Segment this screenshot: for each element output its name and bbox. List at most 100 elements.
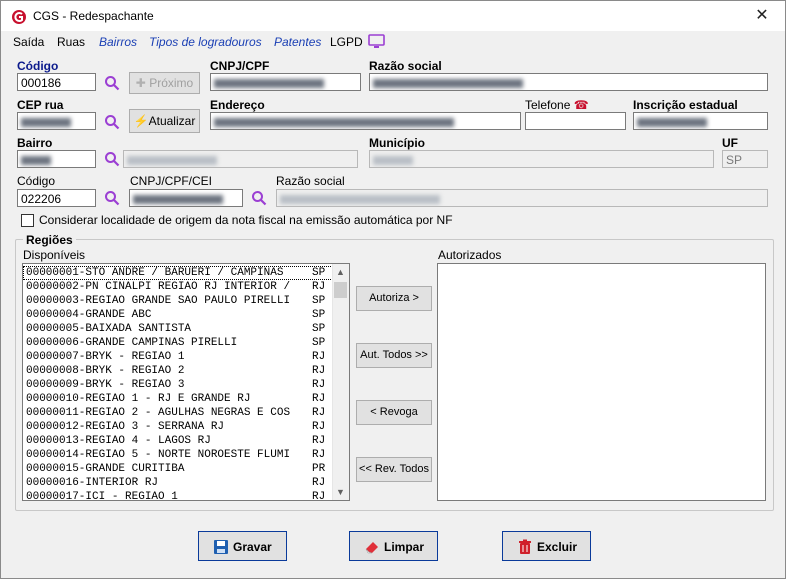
bairro-label: Bairro (17, 136, 53, 150)
inscricao-estadual-input[interactable] (633, 112, 768, 130)
codigo-label: Código (17, 59, 59, 73)
region-name: 00000004-GRANDE ABC (26, 309, 152, 321)
regioes-label: Regiões (23, 233, 76, 247)
autorizados-label: Autorizados (438, 248, 502, 262)
search-icon[interactable] (104, 190, 120, 206)
atualizar-label: Atualizar (148, 114, 196, 128)
razao-social-input[interactable] (369, 73, 768, 91)
region-uf: PR (312, 463, 326, 475)
search-icon[interactable] (251, 190, 267, 206)
razao-social2-label: Razão social (276, 174, 345, 188)
menu-patentes[interactable]: Patentes (274, 35, 321, 49)
list-item[interactable]: 00000003-REGIAO GRANDE SAO PAULO PIRELLI… (23, 294, 349, 308)
region-name: 00000013-REGIAO 4 - LAGOS RJ (26, 435, 211, 447)
limpar-label: Limpar (384, 540, 425, 554)
region-uf: RJ (312, 393, 326, 405)
region-uf: RJ (312, 449, 326, 461)
list-item[interactable]: 00000001-STO ANDRE / BARUERI / CAMPINAS S… (23, 266, 349, 280)
gravar-label: Gravar (233, 540, 272, 554)
region-name: 00000015-GRANDE CURITIBA (26, 463, 185, 475)
scrollbar-thumb[interactable] (334, 282, 347, 298)
endereco-label: Endereço (210, 98, 265, 112)
close-button[interactable]: ✕ (739, 1, 785, 31)
region-uf: RJ (312, 491, 326, 501)
menu-bairros[interactable]: Bairros (99, 35, 137, 49)
limpar-button[interactable]: Limpar (349, 531, 438, 561)
revoga-todos-button[interactable]: << Rev. Todos (356, 457, 432, 482)
list-item[interactable]: 00000005-BAIXADA SANTISTA SP (23, 322, 349, 336)
trash-icon (519, 539, 531, 554)
list-item[interactable]: 00000006-GRANDE CAMPINAS PIRELLI SP (23, 336, 349, 350)
disponiveis-scrollbar[interactable]: ▲ ▼ (332, 264, 349, 500)
region-uf: RJ (312, 351, 326, 363)
list-item[interactable]: 00000012-REGIAO 3 - SERRANA RJ RJ (23, 420, 349, 434)
cep-label: CEP rua (17, 98, 64, 112)
list-item[interactable]: 00000016-INTERIOR RJ RJ (23, 476, 349, 490)
gravar-button[interactable]: Gravar (198, 531, 287, 561)
revoga-button[interactable]: < Revoga (356, 400, 432, 425)
autoriza-button[interactable]: Autoriza > (356, 286, 432, 311)
search-icon[interactable] (104, 151, 120, 167)
list-item[interactable]: 00000007-BRYK - REGIAO 1 RJ (23, 350, 349, 364)
list-item[interactable]: 00000014-REGIAO 5 - NORTE NOROESTE FLUMI… (23, 448, 349, 462)
region-name: 00000001-STO ANDRE / BARUERI / CAMPINAS (26, 267, 284, 279)
region-uf: SP (312, 337, 326, 349)
monitor-icon[interactable] (368, 34, 385, 49)
region-name: 00000014-REGIAO 5 - NORTE NOROESTE FLUMI (26, 449, 291, 461)
region-name: 00000016-INTERIOR RJ (26, 477, 159, 489)
proximo-button[interactable]: ✚ Próximo (129, 72, 200, 94)
autorizados-list[interactable] (437, 263, 766, 501)
excluir-button[interactable]: Excluir (502, 531, 591, 561)
list-item[interactable]: 00000011-REGIAO 2 - AGULHAS NEGRAS E COS… (23, 406, 349, 420)
close-icon[interactable]: ✕ (755, 7, 768, 24)
search-icon[interactable] (104, 114, 120, 130)
menu-lgpd[interactable]: LGPD (330, 35, 363, 49)
region-name: 00000007-BRYK - REGIAO 1 (26, 351, 185, 363)
list-item[interactable]: 00000013-REGIAO 4 - LAGOS RJ RJ (23, 434, 349, 448)
cep-input[interactable] (17, 112, 96, 130)
endereco-input[interactable] (210, 112, 521, 130)
app-window: CGS - Redespachante ✕ Saída Ruas Bairros… (0, 0, 786, 579)
scroll-up-icon[interactable]: ▲ (336, 267, 345, 277)
municipio-input (369, 150, 714, 168)
codigo2-label: Código (17, 174, 56, 188)
atualizar-button[interactable]: ⚡Atualizar (129, 109, 200, 133)
codigo2-input[interactable]: 022206 (17, 189, 96, 207)
telefone-input[interactable] (525, 112, 626, 130)
list-item[interactable]: 00000004-GRANDE ABC SP (23, 308, 349, 322)
cnpj-cei-label: CNPJ/CPF/CEI (130, 174, 213, 188)
menu-ruas[interactable]: Ruas (57, 35, 85, 49)
list-item[interactable]: 00000008-BRYK - REGIAO 2 RJ (23, 364, 349, 378)
title-bar: CGS - Redespachante ✕ (1, 1, 785, 31)
razao-social2-input (276, 189, 768, 207)
list-item[interactable]: 00000010-REGIAO 1 - RJ E GRANDE RJ RJ (23, 392, 349, 406)
search-icon[interactable] (104, 75, 120, 91)
inscricao-estadual-label: Inscrição estadual (633, 98, 738, 112)
region-uf: SP (312, 323, 326, 335)
region-name: 00000012-REGIAO 3 - SERRANA RJ (26, 421, 225, 433)
autoriza-todos-button[interactable]: Aut. Todos >> (356, 343, 432, 368)
telephone-icon: ☎ (573, 98, 589, 112)
disponiveis-list[interactable]: 00000001-STO ANDRE / BARUERI / CAMPINAS S… (22, 263, 350, 501)
list-item[interactable]: 00000002-PN CINALPI REGIAO RJ INTERIOR /… (23, 280, 349, 294)
region-name: 00000005-BAIXADA SANTISTA (26, 323, 192, 335)
uf-input: SP (722, 150, 768, 168)
menu-tipos-logradouros[interactable]: Tipos de logradouros (149, 35, 262, 49)
region-name: 00000017-ICI - REGIAO 1 (26, 491, 178, 501)
cnpj-input[interactable] (210, 73, 361, 91)
cnpj-cei-input[interactable] (129, 189, 243, 207)
menu-saida[interactable]: Saída (13, 35, 44, 49)
list-item[interactable]: 00000017-ICI - REGIAO 1 RJ (23, 490, 349, 501)
codigo-input[interactable]: 000186 (17, 73, 96, 91)
region-uf: RJ (312, 421, 326, 433)
region-uf: RJ (312, 379, 326, 391)
scroll-down-icon[interactable]: ▼ (336, 487, 345, 497)
list-item[interactable]: 00000015-GRANDE CURITIBA PR (23, 462, 349, 476)
window-title: CGS - Redespachante (33, 9, 154, 23)
excluir-label: Excluir (537, 540, 578, 554)
bairro-input[interactable] (17, 150, 96, 168)
considerar-localidade-checkbox[interactable] (21, 214, 34, 227)
region-uf: RJ (312, 407, 326, 419)
region-name: 00000009-BRYK - REGIAO 3 (26, 379, 185, 391)
list-item[interactable]: 00000009-BRYK - REGIAO 3 RJ (23, 378, 349, 392)
